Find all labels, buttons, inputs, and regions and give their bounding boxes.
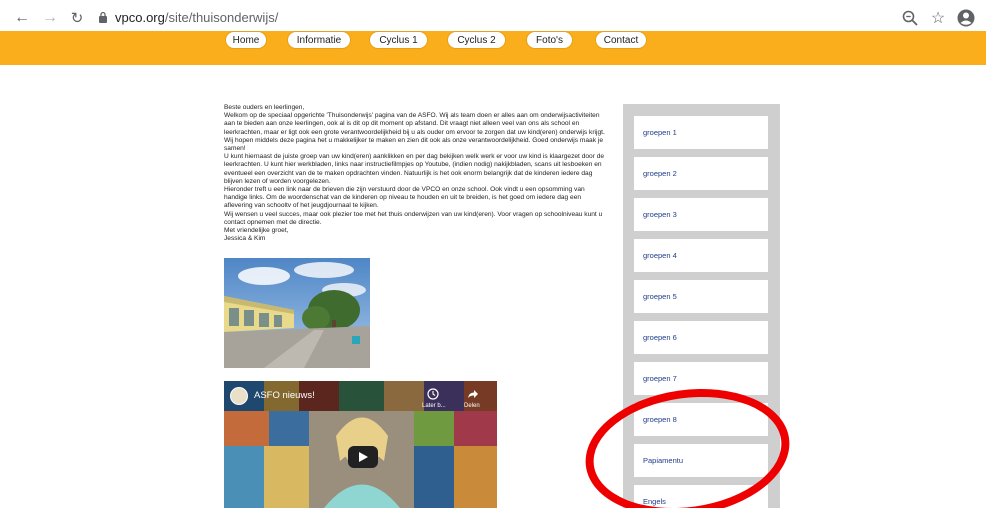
paragraph-welcome: Welkom op de speciaal opgerichte 'Thuiso…: [224, 112, 605, 153]
menu-item-home[interactable]: Home: [226, 32, 266, 48]
sidebar-item-groepen-6[interactable]: groepen 6: [634, 321, 768, 354]
channel-logo-icon[interactable]: [230, 387, 248, 405]
menu-item-contact[interactable]: Contact: [596, 32, 646, 48]
browser-toolbar: ← → ↻ vpco.org/site/thuisonderwijs/ ☆: [0, 0, 986, 35]
sidebar-item-groepen-5[interactable]: groepen 5: [634, 280, 768, 313]
url-path: /site/thuisonderwijs/: [164, 10, 279, 25]
back-arrow-icon[interactable]: ←: [12, 8, 32, 28]
watch-later-label[interactable]: Later b...: [422, 403, 446, 409]
watch-later-clock-icon[interactable]: [427, 388, 439, 400]
video-player[interactable]: ASFO nieuws! Later b... Delen: [224, 381, 497, 508]
main-menu: Home Informatie Cyclus 1 Cyclus 2 Foto's…: [0, 32, 986, 50]
url-domain: vpco.org: [115, 10, 165, 25]
sidebar-item-groepen-3[interactable]: groepen 3: [634, 198, 768, 231]
zoom-icon[interactable]: [900, 8, 920, 28]
paragraph-wishes: Wij wensen u veel succes, maar ook plezi…: [224, 210, 603, 226]
address-bar[interactable]: vpco.org/site/thuisonderwijs/: [115, 10, 278, 25]
signature: Jessica & Kim: [224, 235, 266, 243]
reload-icon[interactable]: ↻: [67, 8, 87, 28]
sidebar-item-groepen-4[interactable]: groepen 4: [634, 239, 768, 272]
menu-item-fotos[interactable]: Foto's: [527, 32, 572, 48]
paragraph-links: Hieronder treft u een link naar de briev…: [224, 186, 585, 210]
forward-arrow-icon[interactable]: →: [40, 8, 60, 28]
welcome-text: Beste ouders en leerlingen, Welkom op de…: [224, 104, 608, 243]
account-icon[interactable]: [956, 8, 976, 28]
closing: Met vriendelijke groet,: [224, 227, 289, 235]
share-arrow-icon[interactable]: [467, 388, 479, 400]
lock-icon: [99, 11, 107, 23]
menu-item-informatie[interactable]: Informatie: [288, 32, 350, 48]
play-button[interactable]: [348, 446, 378, 468]
school-photo: [224, 258, 370, 368]
share-label[interactable]: Delen: [464, 403, 480, 409]
greeting: Beste ouders en leerlingen,: [224, 104, 305, 111]
sidebar-item-groepen-1[interactable]: groepen 1: [634, 116, 768, 149]
paragraph-instructions: U kunt hiernaast de juiste groep van uw …: [224, 153, 605, 185]
sidebar-item-groepen-2[interactable]: groepen 2: [634, 157, 768, 190]
bookmark-star-icon[interactable]: ☆: [928, 8, 948, 28]
video-title[interactable]: ASFO nieuws!: [254, 390, 315, 401]
menu-item-cyclus-2[interactable]: Cyclus 2: [448, 32, 505, 48]
play-icon: [359, 452, 368, 462]
site-header: Home Informatie Cyclus 1 Cyclus 2 Foto's…: [0, 31, 986, 65]
menu-item-cyclus-1[interactable]: Cyclus 1: [370, 32, 427, 48]
